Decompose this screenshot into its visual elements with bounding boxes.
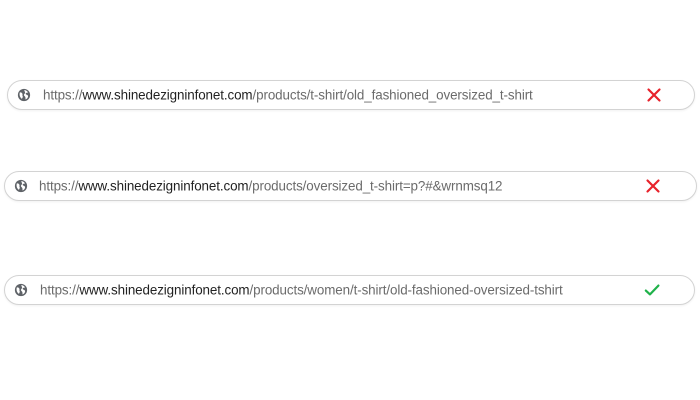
url-bar-1[interactable]: https://www.shinedezigninfonet.com/produ… [7, 80, 695, 110]
url-path: /products/women/t-shirt/old-fashioned-ov… [249, 282, 563, 298]
url-domain: www.shinedezigninfonet.com [82, 87, 253, 103]
url-domain: www.shinedezigninfonet.com [78, 178, 249, 194]
cross-icon [647, 88, 661, 102]
url-scheme: https:// [43, 87, 83, 103]
globe-icon [14, 179, 28, 193]
cross-icon [646, 179, 660, 193]
url-bar-2[interactable]: https://www.shinedezigninfonet.com/produ… [4, 171, 697, 201]
url-text[interactable]: https://www.shinedezigninfonet.com/produ… [39, 178, 503, 194]
url-scheme: https:// [40, 282, 80, 298]
url-scheme: https:// [39, 178, 79, 194]
url-path: /products/t-shirt/old_fashioned_oversize… [252, 87, 533, 103]
checkmark-icon [644, 284, 660, 296]
url-text[interactable]: https://www.shinedezigninfonet.com/produ… [40, 283, 563, 298]
url-path: /products/oversized_t-shirt=p?#&wrnmsq12 [248, 178, 503, 194]
globe-icon [14, 283, 28, 297]
url-domain: www.shinedezigninfonet.com [79, 282, 250, 298]
url-bar-3[interactable]: https://www.shinedezigninfonet.com/produ… [4, 275, 695, 305]
globe-icon [17, 88, 31, 102]
url-text[interactable]: https://www.shinedezigninfonet.com/produ… [43, 88, 533, 103]
